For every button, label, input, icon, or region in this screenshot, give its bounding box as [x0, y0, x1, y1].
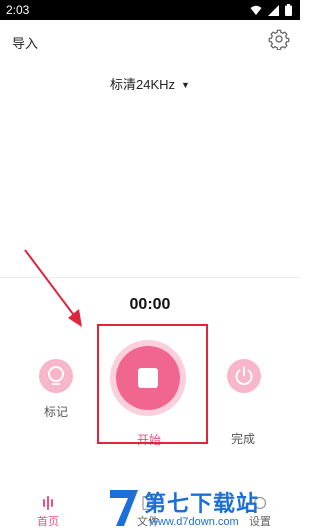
watermark-url: www.d7down.com: [150, 516, 239, 528]
waveform-icon: [43, 496, 53, 510]
watermark-text: 第七下载站: [144, 491, 260, 516]
annotation-arrow-icon: [24, 249, 82, 327]
watermark-logo-icon: [110, 490, 138, 526]
watermark: 第七下载站 www.d7down.com: [104, 484, 300, 532]
tab-home-label: 首页: [37, 516, 59, 528]
tab-home[interactable]: 首页: [28, 496, 68, 529]
